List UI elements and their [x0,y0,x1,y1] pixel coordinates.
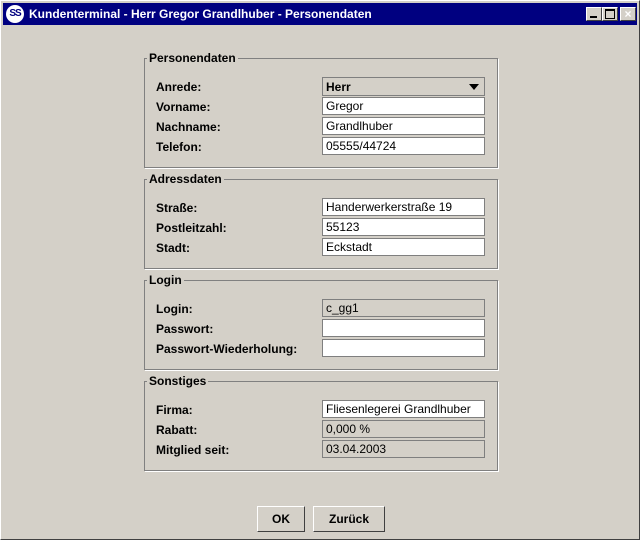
stadt-field[interactable] [322,238,485,256]
chevron-down-icon [469,84,479,90]
passwort-label: Passwort: [156,322,214,336]
firma-label: Firma: [156,403,193,417]
vorname-field[interactable] [322,97,485,115]
group-legend-adressdaten: Adressdaten [147,172,224,186]
rabatt-field [322,420,485,438]
passwort-field[interactable] [322,319,485,337]
close-icon: × [624,7,632,21]
ok-button[interactable]: OK [257,506,305,532]
window: SS Kundenterminal - Herr Gregor Grandlhu… [0,0,640,540]
anrede-label: Anrede: [156,80,202,94]
group-legend-personendaten: Personendaten [147,51,238,65]
close-button[interactable]: × [620,7,636,21]
strasse-field[interactable] [322,198,485,216]
telefon-label: Telefon: [156,140,202,154]
minimize-icon [590,16,597,18]
group-adressdaten: Adressdaten Straße: Postleitzahl: Stadt: [144,172,498,269]
firma-field[interactable] [322,400,485,418]
login-label: Login: [156,302,193,316]
group-sonstiges: Sonstiges Firma: Rabatt: Mitglied seit: [144,374,498,471]
app-icon: SS [6,5,24,23]
title-bar[interactable]: SS Kundenterminal - Herr Gregor Grandlhu… [3,3,637,25]
postleitzahl-field[interactable] [322,218,485,236]
login-field [322,299,485,317]
vorname-label: Vorname: [156,100,211,114]
anrede-select[interactable]: Herr [322,77,485,96]
stadt-label: Stadt: [156,241,190,255]
group-personendaten: Personendaten Anrede: Herr Vorname: Nach… [144,51,498,168]
nachname-label: Nachname: [156,120,221,134]
zurueck-button[interactable]: Zurück [313,506,385,532]
mitglied-seit-label: Mitglied seit: [156,443,230,457]
mitglied-seit-field [322,440,485,458]
passwort-wiederholung-field[interactable] [322,339,485,357]
group-login: Login Login: Passwort: Passwort-Wiederho… [144,273,498,370]
window-title: Kundenterminal - Herr Gregor Grandlhuber… [29,7,372,21]
maximize-icon [605,9,615,19]
passwort-wiederholung-label: Passwort-Wiederholung: [156,342,298,356]
minimize-button[interactable] [586,7,602,21]
group-legend-sonstiges: Sonstiges [147,374,209,388]
telefon-field[interactable] [322,137,485,155]
rabatt-label: Rabatt: [156,423,198,437]
group-legend-login: Login [147,273,184,287]
anrede-selected-value: Herr [326,80,351,94]
postleitzahl-label: Postleitzahl: [156,221,227,235]
nachname-field[interactable] [322,117,485,135]
maximize-button[interactable] [602,7,618,21]
strasse-label: Straße: [156,201,198,215]
